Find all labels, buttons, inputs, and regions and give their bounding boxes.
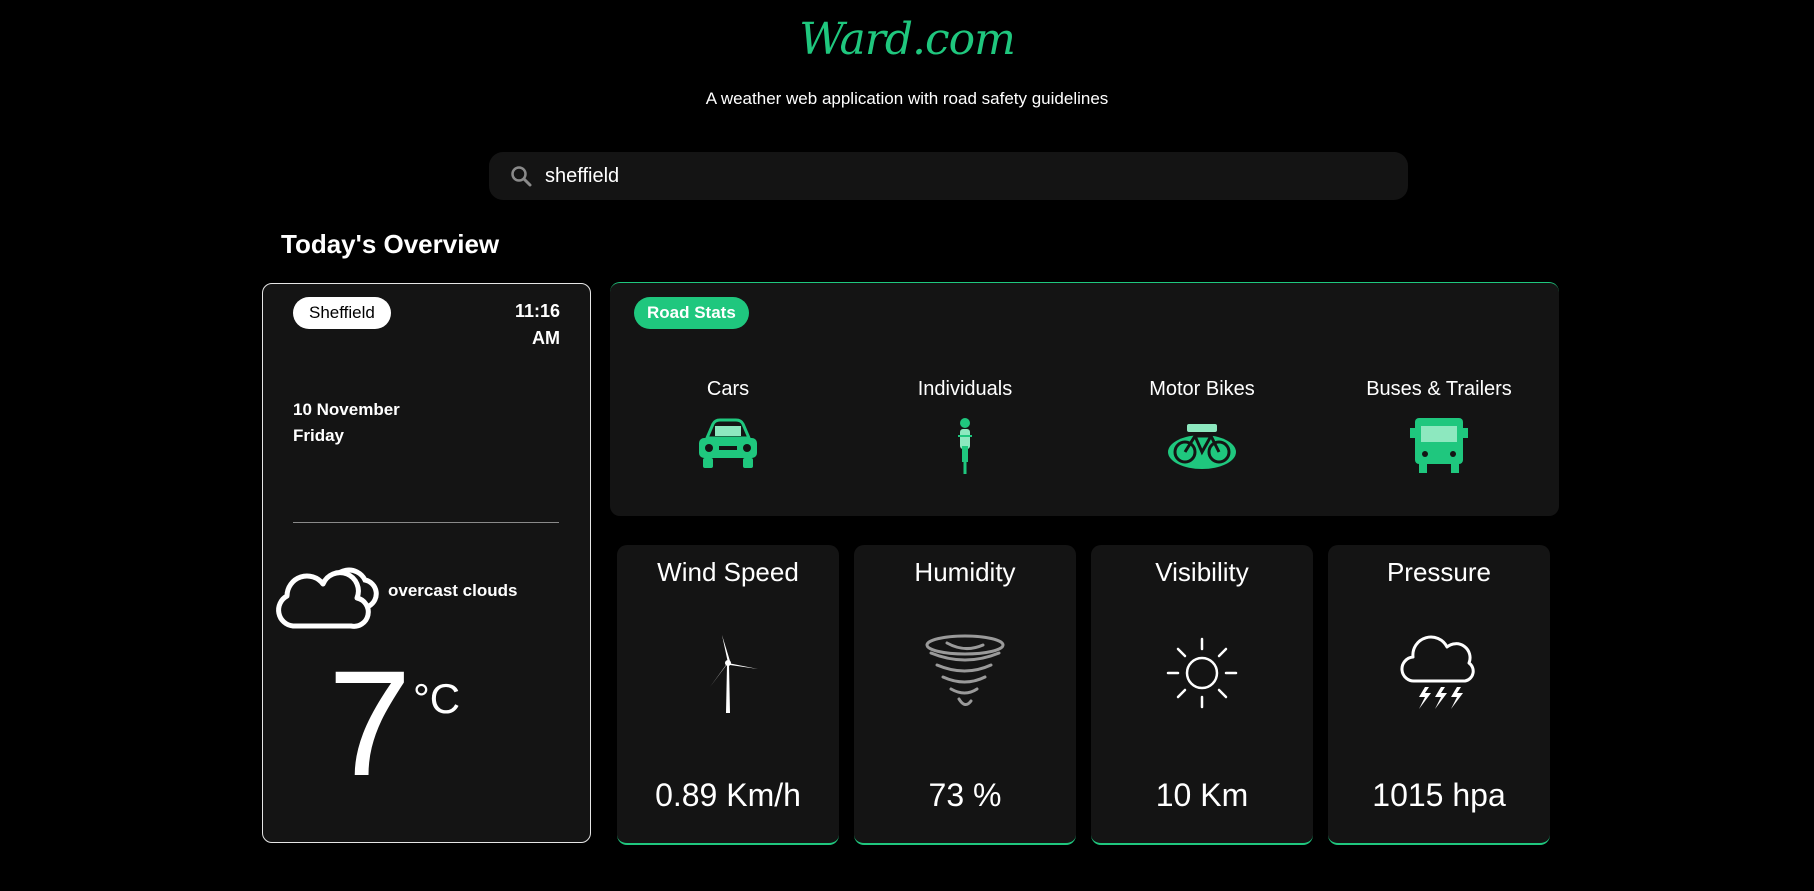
stat-title: Wind Speed: [657, 557, 799, 587]
stat-value: 1015 hpa: [1372, 777, 1506, 813]
road-item-label: Motor Bikes: [1149, 378, 1255, 400]
stat-value: 10 Km: [1155, 777, 1249, 813]
cyclist-person-icon: [958, 418, 972, 474]
road-item-buses-trailers[interactable]: Buses & Trailers: [1339, 378, 1539, 474]
visibility-card: Visibility 10 Km: [1091, 545, 1313, 845]
wind-turbine-icon: [710, 635, 758, 713]
bus-icon: [1410, 418, 1468, 473]
humidity-card: Humidity 73 %: [854, 545, 1076, 845]
bike-icon: [1168, 424, 1236, 469]
city-badge: Sheffield: [293, 297, 391, 329]
road-item-label: Individuals: [917, 378, 1013, 400]
road-stats-badge: Road Stats: [634, 297, 749, 329]
weekday: Friday: [293, 426, 345, 445]
date: 10 November: [293, 400, 400, 419]
overview-title: Today's Overview: [281, 229, 500, 259]
cloud-icon: [276, 567, 379, 629]
car-icon: [699, 418, 757, 468]
road-item-label: Buses & Trailers: [1366, 378, 1512, 400]
road-item-individuals[interactable]: Individuals: [865, 378, 1065, 476]
stat-value: 0.89 Km/h: [655, 777, 801, 813]
weather-description: overcast clouds: [388, 581, 518, 600]
clock: 11:16 AM: [490, 298, 560, 352]
temperature: 7: [328, 639, 412, 807]
road-item-cars[interactable]: Cars: [628, 378, 828, 472]
search-bar[interactable]: [489, 152, 1408, 200]
stat-value: 73 %: [928, 777, 1002, 813]
wind-speed-card: Wind Speed 0.89 Km/h: [617, 545, 839, 845]
stat-title: Pressure: [1386, 557, 1492, 587]
search-icon: [511, 166, 532, 187]
temperature-unit: °C: [413, 675, 461, 722]
road-item-motor-bikes[interactable]: Motor Bikes: [1102, 378, 1302, 472]
sun-icon: [1166, 637, 1238, 709]
divider: [293, 522, 559, 523]
pressure-card: Pressure 1015 hpa: [1328, 545, 1550, 845]
road-item-label: Cars: [706, 378, 750, 400]
date-block: 10 November Friday: [293, 397, 400, 449]
search-input[interactable]: [545, 164, 1365, 188]
stat-title: Humidity: [914, 557, 1016, 587]
tornado-icon: [925, 634, 1005, 706]
stat-title: Visibility: [1155, 557, 1249, 587]
logo: Ward.com: [799, 14, 1016, 65]
location-card: Sheffield 11:16 AM 10 November Friday ov…: [262, 283, 591, 843]
storm-cloud-icon: [1400, 635, 1475, 709]
meridiem: AM: [532, 328, 560, 348]
road-stats-card: Road Stats Cars Individuals Motor Bikes: [610, 282, 1559, 516]
tagline: A weather web application with road safe…: [705, 89, 1109, 108]
time: 11:16: [514, 301, 560, 321]
